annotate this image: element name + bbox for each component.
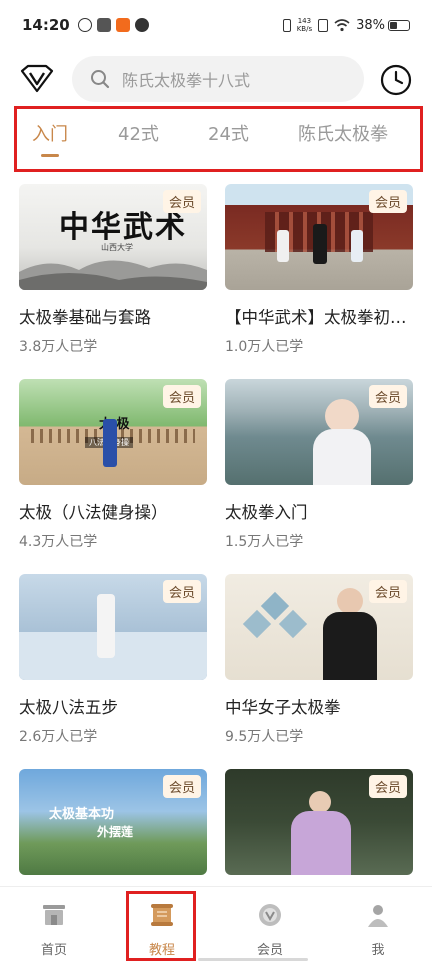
course-card[interactable]: 中华武术 山西大学 会员 太极拳基础与套路 3.8万人已学: [19, 184, 207, 356]
no-sim-icon: [318, 18, 329, 32]
vip-badge: 会员: [162, 190, 201, 213]
course-card[interactable]: 会员 中华女子太极拳 9.5万人已学: [225, 574, 413, 746]
app-notification-icon: [77, 18, 92, 32]
tabs-highlight-frame: [14, 106, 423, 172]
search-input[interactable]: 陈氏太极拳十八式: [122, 67, 250, 91]
course-card[interactable]: 太 极 八法健身操 会员 太极（八法健身操） 4.3万人已学: [19, 379, 207, 551]
performer-figure: [97, 594, 115, 658]
nav-home[interactable]: 首页: [14, 901, 94, 958]
course-thumbnail: 会员: [19, 574, 207, 680]
thumbnail-title: 太极基本功: [49, 807, 115, 822]
course-title: 中华女子太极拳: [225, 698, 341, 717]
status-time: 14:20: [22, 16, 70, 34]
header: 陈氏太极拳十八式: [0, 56, 432, 104]
course-learners: 9.5万人已学: [225, 729, 304, 745]
instructor-body: [323, 612, 377, 680]
notification-icons: [77, 18, 149, 32]
course-thumbnail: 会员: [225, 379, 413, 485]
vip-badge: 会员: [368, 190, 407, 213]
app-logo-icon[interactable]: [18, 64, 56, 94]
vip-coin-icon: [259, 904, 281, 926]
search-icon: [91, 70, 110, 89]
instructor-face: [325, 399, 359, 433]
course-learners: 2.6万人已学: [19, 729, 98, 745]
search-bar[interactable]: 陈氏太极拳十八式: [72, 56, 364, 102]
bottom-navigation: 首页 教程 会员 我: [0, 886, 432, 964]
vip-badge: 会员: [368, 775, 407, 798]
taobao-icon: [115, 18, 130, 32]
course-learners: 3.8万人已学: [19, 339, 98, 355]
course-title: 太极拳基础与套路: [19, 308, 151, 327]
course-thumbnail: 会员: [225, 184, 413, 290]
instructor-face: [337, 588, 363, 614]
vip-badge: 会员: [368, 580, 407, 603]
nav-highlight-frame: [126, 891, 196, 961]
performer-figure: [103, 419, 117, 467]
vip-badge: 会员: [162, 775, 201, 798]
course-card[interactable]: 太极基本功 外摆莲 会员: [19, 769, 207, 875]
status-bar: 14:20 143 KB/s 38%: [0, 0, 432, 50]
course-learners: 1.5万人已学: [225, 534, 304, 550]
course-learners: 1.0万人已学: [225, 339, 304, 355]
net-speed: 143 KB/s: [296, 17, 313, 33]
course-thumbnail: 会员: [225, 574, 413, 680]
vip-badge: 会员: [162, 385, 201, 408]
battery-percent: 38%: [356, 17, 385, 33]
decor-diamond: [242, 609, 272, 639]
vip-badge: 会员: [162, 580, 201, 603]
message-icon: [96, 18, 111, 32]
course-learners: 4.3万人已学: [19, 534, 98, 550]
nav-label: 首页: [40, 943, 67, 958]
vip-badge: 会员: [368, 385, 407, 408]
nav-label: 我: [371, 943, 385, 958]
home-icon: [43, 905, 65, 925]
course-card[interactable]: 会员: [225, 769, 413, 875]
course-thumbnail: 会员: [225, 769, 413, 875]
mountain-illustration: [19, 260, 207, 290]
course-thumbnail: 太 极 八法健身操 会员: [19, 379, 207, 485]
course-title: 太极八法五步: [19, 698, 118, 717]
vibrate-icon: [282, 18, 291, 32]
course-title: 【中华武术】太极拳初…: [225, 308, 407, 327]
performer-figure: [313, 224, 327, 264]
instructor-body: [313, 429, 371, 485]
pinwheel-icon: [134, 18, 149, 32]
course-card[interactable]: 会员 太极拳入门 1.5万人已学: [225, 379, 413, 551]
home-indicator: [198, 958, 308, 961]
course-thumbnail: 中华武术 山西大学 会员: [19, 184, 207, 290]
course-title: 太极（八法健身操）: [19, 503, 168, 522]
instructor-body: [291, 811, 351, 875]
status-right: 143 KB/s 38%: [282, 17, 410, 33]
course-card[interactable]: 会员 太极八法五步 2.6万人已学: [19, 574, 207, 746]
course-title: 太极拳入门: [225, 503, 308, 522]
nav-vip[interactable]: 会员: [230, 901, 310, 958]
nav-label: 会员: [256, 943, 283, 958]
course-thumbnail: 太极基本功 外摆莲 会员: [19, 769, 207, 875]
decor-diamond: [260, 591, 290, 621]
battery-fill: [390, 21, 397, 29]
course-card[interactable]: 会员 【中华武术】太极拳初… 1.0万人已学: [225, 184, 413, 356]
instructor-face: [309, 791, 331, 813]
nav-profile[interactable]: 我: [338, 901, 418, 958]
battery: 38%: [356, 18, 410, 33]
wifi-icon: [334, 18, 350, 31]
thumbnail-subtitle: 外摆莲: [97, 825, 134, 839]
battery-icon: [388, 19, 410, 31]
performer-figure: [277, 230, 289, 262]
performer-figure: [351, 230, 363, 262]
profile-icon: [368, 905, 388, 927]
history-clock-icon[interactable]: [380, 64, 412, 96]
decor-diamond: [278, 609, 308, 639]
